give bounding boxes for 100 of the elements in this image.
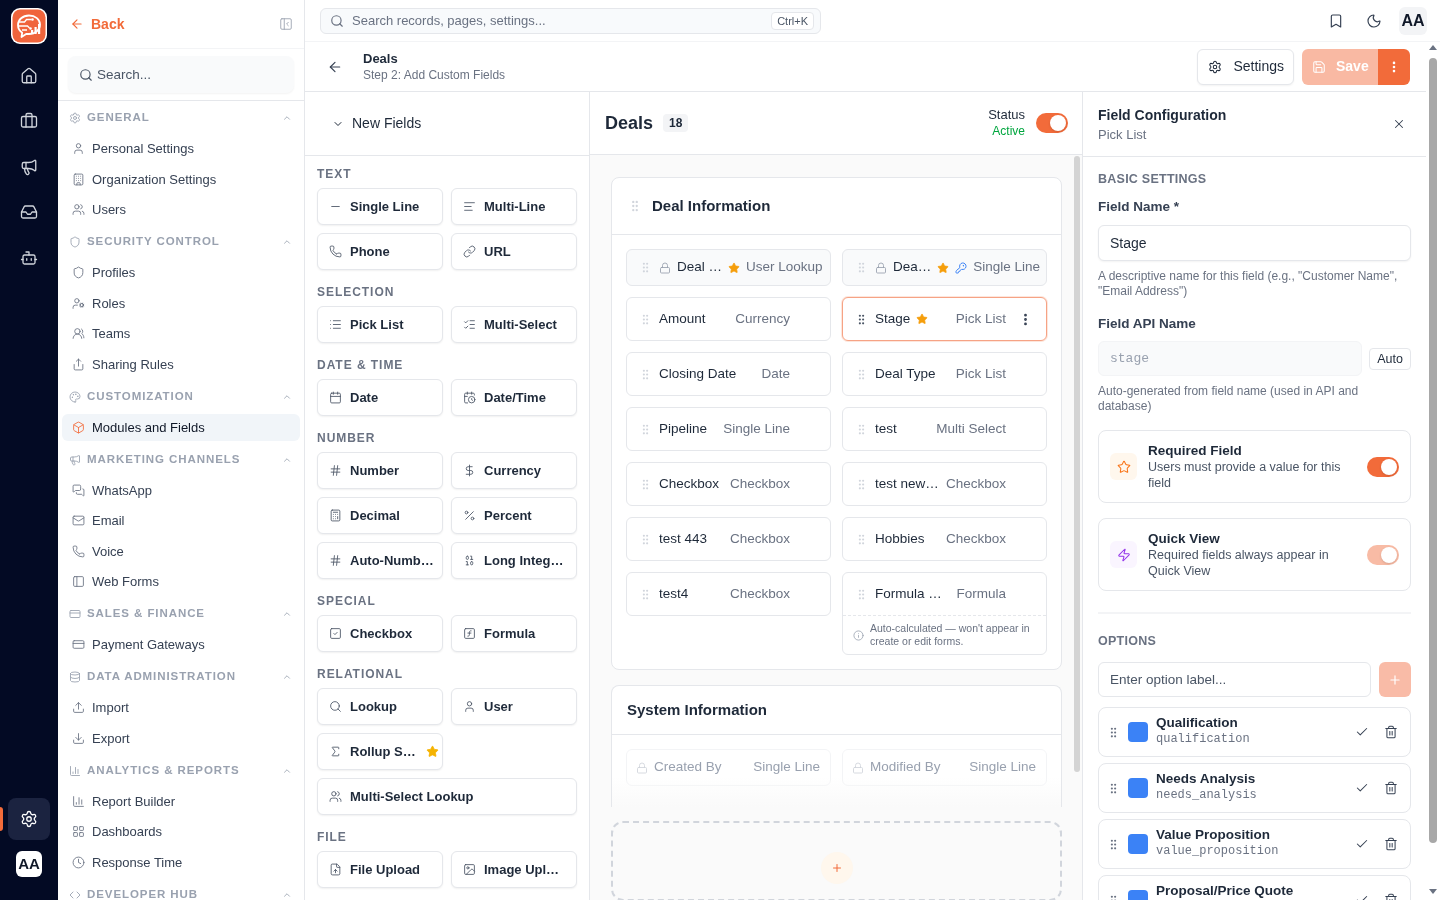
color-swatch-icon[interactable] xyxy=(1128,778,1148,798)
color-swatch-icon[interactable] xyxy=(1128,722,1148,742)
field-type-button[interactable]: Image Upl… xyxy=(451,851,577,888)
collapse-sidebar-icon[interactable] xyxy=(279,17,293,31)
sidebar-item[interactable]: Response Time xyxy=(62,848,300,876)
field-card[interactable]: Hobbies Checkbox xyxy=(842,517,1047,561)
field-type-button[interactable]: Multi-Line xyxy=(451,188,577,225)
check-icon[interactable] xyxy=(1355,837,1369,851)
field-type-button[interactable]: Single Line xyxy=(317,188,443,225)
megaphone-icon[interactable] xyxy=(20,157,38,176)
field-type-button[interactable]: Multi-Select Lookup xyxy=(317,778,577,815)
field-type-button[interactable]: Long Integ… xyxy=(451,542,577,579)
function-icon xyxy=(463,627,476,640)
briefcase-icon[interactable] xyxy=(20,112,38,131)
field-card[interactable]: Deal … User Lookup xyxy=(626,249,831,286)
field-type-button[interactable]: Auto-Numb… xyxy=(317,542,443,579)
field-card[interactable]: Dea… Single Line xyxy=(842,249,1047,286)
option-row[interactable]: Needs Analysis needs_analysis xyxy=(1098,763,1411,813)
field-type: Pick List xyxy=(955,364,1006,383)
trash-icon[interactable] xyxy=(1384,837,1398,851)
color-swatch-icon[interactable] xyxy=(1128,834,1148,854)
settings-button[interactable] xyxy=(8,798,50,840)
field-type-button[interactable]: Rollup S… xyxy=(317,733,443,770)
home-icon[interactable] xyxy=(20,66,38,85)
field-card[interactable]: test 443 Checkbox xyxy=(626,517,831,561)
field-type-button[interactable]: Currency xyxy=(451,452,577,489)
field-type-button[interactable]: Checkbox xyxy=(317,615,443,652)
sidebar-item[interactable]: Sharing Rules xyxy=(62,350,300,378)
sidebar-item[interactable]: Profiles xyxy=(62,259,300,287)
bookmark-icon[interactable] xyxy=(1328,12,1344,29)
sidebar-item[interactable]: Modules and Fields xyxy=(62,413,300,441)
check-icon[interactable] xyxy=(1355,725,1369,739)
option-label-input[interactable]: Enter option label... xyxy=(1098,662,1371,697)
field-type-button[interactable]: User xyxy=(451,688,577,725)
sidebar-item[interactable]: Report Builder xyxy=(62,787,300,815)
more-button[interactable] xyxy=(1378,48,1410,85)
field-type-button[interactable]: Phone xyxy=(317,233,443,270)
group-label: SELECTION xyxy=(317,284,395,301)
field-type-button[interactable]: URL xyxy=(451,233,577,270)
sidebar-item[interactable]: Dashboards xyxy=(62,818,300,846)
field-type-button[interactable]: Pick List xyxy=(317,306,443,343)
app-logo[interactable] xyxy=(11,8,47,44)
field-type-button[interactable]: Date/Time xyxy=(451,379,577,416)
field-type-button[interactable]: Lookup xyxy=(317,688,443,725)
sidebar-item[interactable]: Import xyxy=(62,694,300,722)
robot-icon[interactable] xyxy=(20,248,38,267)
field-type-button[interactable]: Multi-Select xyxy=(451,306,577,343)
user-avatar[interactable]: AA xyxy=(16,851,42,877)
field-type-button[interactable]: File Upload xyxy=(317,851,443,888)
field-type-button[interactable]: Date xyxy=(317,379,443,416)
status-toggle[interactable] xyxy=(1036,113,1068,133)
search-field[interactable]: Search... xyxy=(68,56,294,93)
user-avatar[interactable]: AA xyxy=(1399,6,1427,35)
field-name-input[interactable]: Stage xyxy=(1098,225,1411,261)
toggle-description: Required fields always appear in Quick View xyxy=(1148,546,1330,579)
field-card[interactable]: test Multi Select xyxy=(842,407,1047,451)
sidebar-item[interactable]: Personal Settings xyxy=(62,135,300,163)
field-card[interactable]: Checkbox Checkbox xyxy=(626,462,831,506)
trash-icon[interactable] xyxy=(1384,781,1398,795)
sidebar-item[interactable]: Email xyxy=(62,507,300,535)
option-row[interactable]: Qualification qualification xyxy=(1098,707,1411,757)
toggle-switch[interactable] xyxy=(1367,456,1399,477)
field-type-button[interactable]: Percent xyxy=(451,497,577,534)
trash-icon[interactable] xyxy=(1384,725,1398,739)
sidebar-item[interactable]: Voice xyxy=(62,537,300,565)
sidebar-item[interactable]: Teams xyxy=(62,320,300,348)
field-note: Auto-calculated — won't appear in create or edit forms. xyxy=(870,622,1031,648)
sidebar-item[interactable]: Payment Gateways xyxy=(62,631,300,659)
settings-button[interactable]: Settings xyxy=(1197,48,1294,85)
sidebar-item[interactable]: Web Forms xyxy=(62,568,300,596)
sidebar-item[interactable]: Users xyxy=(62,196,300,224)
card-icon xyxy=(69,608,81,620)
check-icon[interactable] xyxy=(1355,781,1369,795)
moon-icon[interactable] xyxy=(1366,12,1382,29)
field-card[interactable]: Stage Pick List xyxy=(842,297,1047,341)
field-type-button[interactable]: Formula xyxy=(451,615,577,652)
section-toggle[interactable]: New Fields xyxy=(332,113,422,134)
option-row[interactable]: Value Proposition value_proposition xyxy=(1098,819,1411,869)
field-card[interactable]: Closing Date Date xyxy=(626,352,831,396)
gear-icon xyxy=(1208,59,1223,74)
sidebar-item[interactable]: Organization Settings xyxy=(62,165,300,193)
field-card[interactable]: Pipeline Single Line xyxy=(626,407,831,451)
field-card[interactable]: test4 Checkbox xyxy=(626,572,831,616)
scrollbar[interactable] xyxy=(1074,156,1080,772)
section-title: System Information xyxy=(627,699,768,720)
lines-icon xyxy=(463,200,476,213)
inbox-icon[interactable] xyxy=(20,203,38,222)
field-card[interactable]: Deal Type Pick List xyxy=(842,352,1047,396)
sidebar-item[interactable]: Export xyxy=(62,724,300,752)
sidebar-item[interactable]: Roles xyxy=(62,289,300,317)
sidebar-item[interactable]: WhatsApp xyxy=(62,476,300,504)
file-upload-icon xyxy=(329,863,342,876)
lock-icon xyxy=(659,261,671,274)
close-icon[interactable] xyxy=(1392,117,1406,131)
field-type-button[interactable]: Number xyxy=(317,452,443,489)
field-card[interactable]: Amount Currency xyxy=(626,297,831,341)
field-card[interactable]: Formula … Formula Auto-calculated — won't appear in create or edit forms. xyxy=(842,572,1047,655)
field-card[interactable]: test new… Checkbox xyxy=(842,462,1047,506)
field-type-button[interactable]: Decimal xyxy=(317,497,443,534)
option-row[interactable]: Proposal/Price Quote xyxy=(1098,875,1411,900)
